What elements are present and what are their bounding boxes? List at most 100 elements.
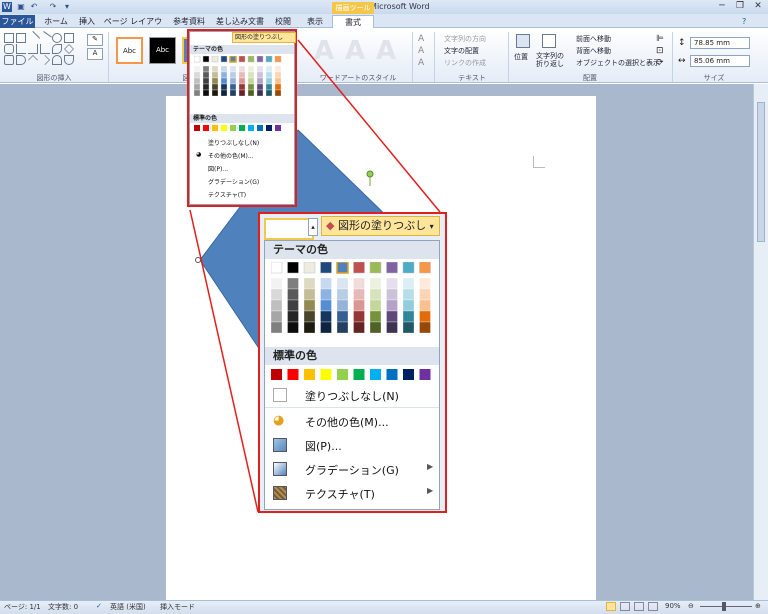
- theme-shade-swatch[interactable]: [287, 299, 299, 312]
- theme-shade-swatch[interactable]: [229, 71, 237, 79]
- theme-shade-swatch[interactable]: [271, 277, 283, 290]
- theme-swatch[interactable]: [353, 262, 365, 274]
- theme-shade-swatch[interactable]: [336, 310, 349, 323]
- theme-shade-swatch[interactable]: [211, 83, 219, 91]
- large-fill-button[interactable]: ◆ 図形の塗りつぶし ▾: [321, 216, 440, 236]
- theme-shade-swatch[interactable]: [402, 277, 415, 290]
- standard-swatch[interactable]: [194, 125, 200, 131]
- theme-shade-swatch[interactable]: [402, 310, 415, 323]
- theme-shade-swatch[interactable]: [202, 89, 210, 97]
- outline-icon[interactable]: [648, 602, 658, 611]
- theme-shade-swatch[interactable]: [220, 83, 228, 91]
- theme-shade-swatch[interactable]: [211, 71, 219, 79]
- theme-swatch[interactable]: [320, 262, 332, 274]
- theme-shade-swatch[interactable]: [265, 77, 273, 85]
- theme-shade-swatch[interactable]: [303, 288, 316, 301]
- theme-swatch[interactable]: [211, 56, 219, 63]
- theme-shade-swatch[interactable]: [274, 89, 282, 97]
- theme-shade-swatch[interactable]: [238, 65, 246, 73]
- theme-shade-swatch[interactable]: [256, 65, 264, 73]
- theme-swatch[interactable]: [194, 56, 201, 63]
- theme-shade-swatch[interactable]: [336, 321, 349, 334]
- large-theme-swatches[interactable]: [271, 262, 439, 344]
- theme-shade-swatch[interactable]: [419, 299, 431, 312]
- theme-shade-swatch[interactable]: [353, 310, 365, 323]
- theme-shade-swatch[interactable]: [274, 83, 282, 91]
- zoom-in-icon[interactable]: ⊕: [755, 602, 761, 610]
- theme-shade-swatch[interactable]: [256, 83, 264, 91]
- theme-shade-swatch[interactable]: [386, 299, 398, 312]
- theme-shade-swatch[interactable]: [247, 65, 255, 73]
- full-screen-icon[interactable]: [620, 602, 630, 611]
- standard-swatch[interactable]: [287, 369, 299, 380]
- theme-shade-swatch[interactable]: [238, 71, 246, 79]
- standard-swatch[interactable]: [419, 369, 431, 380]
- theme-shade-swatch[interactable]: [194, 71, 201, 79]
- theme-shade-swatch[interactable]: [320, 310, 332, 323]
- standard-swatch[interactable]: [257, 125, 263, 131]
- theme-shade-swatch[interactable]: [353, 299, 365, 312]
- standard-swatch[interactable]: [266, 125, 272, 131]
- theme-swatch[interactable]: [238, 56, 246, 63]
- theme-swatch[interactable]: [402, 262, 415, 274]
- standard-swatch[interactable]: [370, 369, 381, 380]
- theme-shade-swatch[interactable]: [247, 77, 255, 85]
- theme-shade-swatch[interactable]: [256, 89, 264, 97]
- web-layout-icon[interactable]: [634, 602, 644, 611]
- zoom-slider-thumb[interactable]: [722, 602, 726, 611]
- word-count[interactable]: 文字数: 0: [48, 602, 78, 612]
- theme-shade-swatch[interactable]: [402, 321, 415, 334]
- theme-shade-swatch[interactable]: [320, 321, 332, 334]
- theme-shade-swatch[interactable]: [256, 71, 264, 79]
- theme-swatch[interactable]: [220, 56, 228, 63]
- theme-shade-swatch[interactable]: [194, 83, 201, 91]
- theme-shade-swatch[interactable]: [274, 71, 282, 79]
- theme-swatch[interactable]: [287, 262, 299, 274]
- large-more-colors[interactable]: その他の色(M)...: [305, 414, 389, 430]
- theme-shade-swatch[interactable]: [247, 89, 255, 97]
- theme-shade-swatch[interactable]: [211, 65, 219, 73]
- large-gradient[interactable]: グラデーション(G): [305, 462, 399, 478]
- language-status[interactable]: 英語 (米国): [110, 602, 146, 612]
- theme-shade-swatch[interactable]: [229, 77, 237, 85]
- large-texture[interactable]: テクスチャ(T): [305, 486, 375, 502]
- theme-shade-swatch[interactable]: [265, 65, 273, 73]
- theme-shade-swatch[interactable]: [369, 299, 382, 312]
- theme-shade-swatch[interactable]: [386, 288, 398, 301]
- theme-shade-swatch[interactable]: [229, 89, 237, 97]
- gallery-scroll-icon[interactable]: ▴: [308, 218, 318, 236]
- theme-shade-swatch[interactable]: [202, 77, 210, 85]
- page-count[interactable]: ページ: 1/1: [4, 602, 41, 612]
- standard-swatch[interactable]: [221, 125, 227, 131]
- theme-swatch[interactable]: [419, 262, 431, 274]
- small-theme-swatches[interactable]: [194, 56, 294, 136]
- proofing-icon[interactable]: ✓: [96, 602, 102, 610]
- theme-shade-swatch[interactable]: [194, 77, 201, 85]
- theme-shade-swatch[interactable]: [336, 288, 349, 301]
- theme-shade-swatch[interactable]: [194, 89, 201, 97]
- theme-shade-swatch[interactable]: [265, 83, 273, 91]
- theme-shade-swatch[interactable]: [353, 277, 365, 290]
- standard-swatch[interactable]: [304, 369, 315, 380]
- theme-shade-swatch[interactable]: [211, 77, 219, 85]
- theme-shade-swatch[interactable]: [220, 89, 228, 97]
- theme-shade-swatch[interactable]: [320, 299, 332, 312]
- small-gradient[interactable]: グラデーション(G): [208, 177, 259, 186]
- theme-shade-swatch[interactable]: [320, 288, 332, 301]
- zoom-slider[interactable]: [700, 606, 752, 607]
- standard-swatch[interactable]: [320, 369, 332, 380]
- standard-swatch[interactable]: [271, 369, 282, 380]
- theme-swatch[interactable]: [336, 262, 349, 274]
- theme-swatch[interactable]: [247, 56, 255, 63]
- theme-shade-swatch[interactable]: [271, 299, 283, 312]
- theme-shade-swatch[interactable]: [419, 321, 431, 334]
- theme-swatch[interactable]: [303, 262, 316, 274]
- theme-swatch[interactable]: [202, 56, 210, 63]
- large-standard-swatches[interactable]: [271, 369, 439, 382]
- theme-shade-swatch[interactable]: [336, 299, 349, 312]
- standard-swatch[interactable]: [248, 125, 254, 131]
- theme-swatch[interactable]: [271, 262, 283, 274]
- small-picture[interactable]: 図(P)...: [208, 164, 228, 173]
- theme-shade-swatch[interactable]: [336, 277, 349, 290]
- theme-shade-swatch[interactable]: [220, 65, 228, 73]
